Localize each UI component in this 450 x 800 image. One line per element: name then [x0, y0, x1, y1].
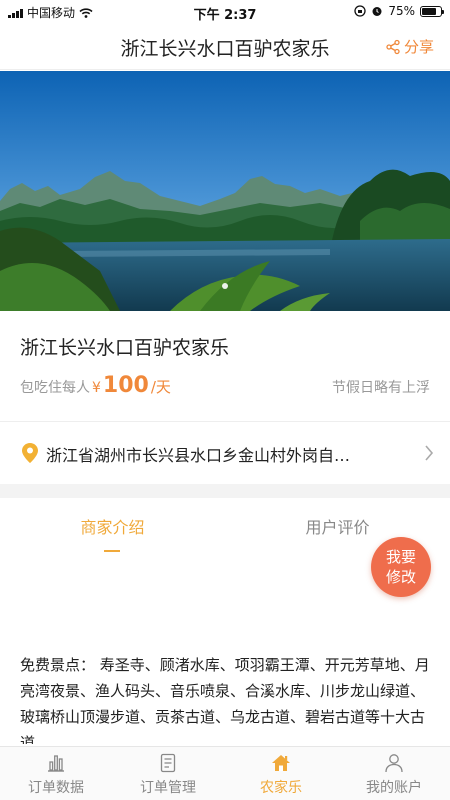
- tabbar-label: 订单数据: [28, 780, 84, 796]
- price-amount: 100: [102, 373, 149, 398]
- share-icon: [386, 39, 400, 54]
- listing-info: 浙江长兴水口百驴农家乐 包吃住每人 ¥ 100 /天 节假日略有上浮: [0, 311, 450, 421]
- tabbar-order-management[interactable]: 订单管理: [112, 747, 224, 800]
- listing-name: 浙江长兴水口百驴农家乐: [20, 337, 230, 359]
- tabbar-order-data[interactable]: 订单数据: [0, 747, 112, 800]
- chevron-right-icon: [425, 445, 434, 461]
- battery-percent: 75%: [388, 4, 415, 18]
- status-bar: 中国移动 下午 2:37 75%: [0, 0, 450, 24]
- edit-label-line2: 修改: [385, 568, 416, 586]
- share-label: 分享: [403, 38, 434, 56]
- price-prefix: 包吃住每人: [20, 380, 90, 396]
- edit-label-line1: 我要: [385, 548, 416, 566]
- carousel-indicator: [0, 274, 450, 293]
- price-currency: ¥: [92, 380, 101, 396]
- location-pin-icon: [22, 443, 38, 463]
- price-unit: /天: [150, 378, 171, 396]
- tabbar-label: 农家乐: [260, 780, 302, 796]
- share-button[interactable]: 分享: [385, 36, 434, 57]
- holiday-note: 节假日略有上浮: [332, 380, 430, 396]
- edit-request-button[interactable]: 我要 修改: [371, 537, 431, 597]
- price-row: 包吃住每人 ¥ 100 /天: [20, 373, 171, 398]
- carousel-dot: [222, 283, 228, 289]
- address-text: 浙江省湖州市长兴县水口乡金山村外岗自…: [46, 446, 351, 465]
- status-right: 75%: [354, 4, 444, 18]
- bar-chart-icon: [48, 755, 64, 772]
- tabbar-farmhouse[interactable]: 农家乐: [225, 747, 337, 800]
- tab-merchant-intro[interactable]: 商家介绍: [0, 514, 225, 538]
- document-icon: [160, 753, 176, 773]
- nav-bar: 浙江长兴水口百驴农家乐 分享: [0, 24, 450, 70]
- tabbar-label: 订单管理: [140, 780, 196, 796]
- battery-icon: [420, 5, 444, 17]
- person-icon: [385, 754, 403, 773]
- bottom-tab-bar: 订单数据 订单管理 农家乐 我的账户: [0, 746, 450, 800]
- orientation-lock-icon: [354, 5, 366, 17]
- tabbar-label: 我的账户: [366, 780, 422, 796]
- tabbar-my-account[interactable]: 我的账户: [338, 747, 450, 800]
- section-gap: [0, 484, 450, 498]
- page: 中国移动 下午 2:37 75% 浙江长兴水口百驴农家乐 分享 浙江长兴水口百驴…: [0, 0, 450, 800]
- page-title: 浙江长兴水口百驴农家乐: [120, 38, 330, 60]
- address-row[interactable]: 浙江省湖州市长兴县水口乡金山村外岗自…: [0, 422, 450, 484]
- house-icon: [272, 755, 290, 771]
- hero-image-carousel[interactable]: [0, 71, 450, 311]
- merchant-description: 免费景点： 寿圣寺、顾渚水库、项羽霸王潭、开元芳草地、月亮湾夜景、渔人码头、音乐…: [20, 656, 430, 744]
- tab-active-indicator: [104, 550, 120, 552]
- alarm-icon: [372, 7, 382, 16]
- tab-user-reviews[interactable]: 用户评价: [225, 514, 450, 538]
